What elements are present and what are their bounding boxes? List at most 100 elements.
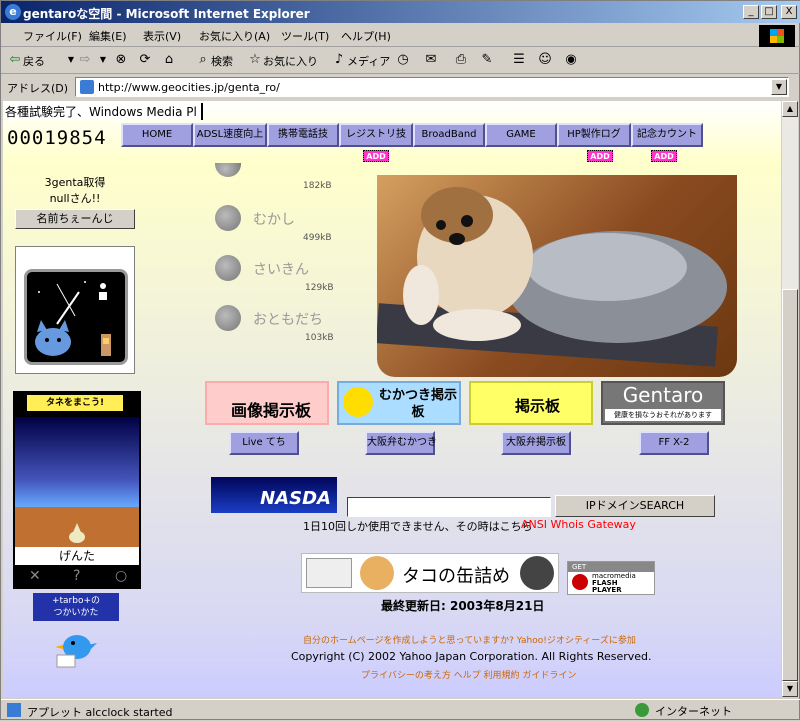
media-icon[interactable]: ♪ (331, 52, 347, 68)
minimize-button[interactable]: _ (743, 5, 759, 19)
music-title-mukashi[interactable]: むかし (253, 209, 295, 229)
favorites-button[interactable]: お気に入り (263, 53, 318, 69)
add-badge-anniversary: ADD (651, 150, 677, 162)
game-character-name: げんた (15, 547, 139, 565)
menu-bar: ファイル(F) 編集(E) 表示(V) お気に入り(A) ツール(T) ヘルプ(… (1, 23, 800, 47)
status-text: アプレット alcclock started (27, 706, 173, 719)
tako-kanzume-banner[interactable]: タコの缶詰め (301, 553, 559, 593)
stop-icon[interactable]: ⊗ (113, 52, 129, 68)
anime-boy-icon (520, 556, 554, 590)
osaka-bbs-button[interactable]: 大阪弁掲示板 (501, 431, 571, 455)
discuss-icon[interactable]: ☰ (511, 52, 527, 68)
history-icon[interactable]: ◷ (395, 52, 411, 68)
address-input[interactable]: http://www.geocities.jp/genta_ro/ ▼ (75, 77, 789, 97)
music-note-icon[interactable] (215, 163, 241, 177)
forward-arrow-icon[interactable]: ⇨ (77, 52, 93, 68)
menu-file[interactable]: ファイル(F) (23, 28, 82, 44)
music-title-saikin[interactable]: さいきん (253, 259, 309, 279)
address-dropdown-icon[interactable]: ▼ (771, 79, 787, 95)
nav-anniversary[interactable]: 記念カウント (631, 123, 703, 147)
vertical-scrollbar[interactable]: ▲ ▼ (781, 101, 798, 697)
page-content: 各種試験完了、Windows Media Pl 00019854 HOME AD… (3, 101, 781, 697)
nasda-banner[interactable]: NASDA (211, 477, 337, 513)
gentaro-logo: Gentaro (622, 383, 704, 407)
menu-favorites[interactable]: お気に入り(A) (199, 28, 270, 44)
live-techi-button[interactable]: Live てち (229, 431, 299, 455)
messenger-icon[interactable]: ☺ (537, 52, 553, 68)
name-change-button[interactable]: 名前ちぇーんじ (15, 209, 135, 229)
seed-game-header[interactable]: タネをまこう! (27, 395, 123, 411)
gentaro-warning: 健康を損なうおそれがあります (605, 409, 721, 421)
nav-mobile[interactable]: 携帯電話技 (267, 123, 339, 147)
seed-game-widget[interactable]: タネをまこう! げんた ✕ ? ○ (13, 391, 141, 589)
address-url[interactable]: http://www.geocities.jp/genta_ro/ (98, 81, 280, 94)
back-arrow-icon[interactable]: ⇦ (7, 52, 23, 68)
print-icon[interactable]: ⎙ (453, 52, 469, 68)
greeting-line: nullさん!! (49, 192, 101, 205)
ffx2-button[interactable]: FF X-2 (639, 431, 709, 455)
ansi-whois-link[interactable]: ANSI Whois Gateway (521, 518, 636, 531)
edit-icon[interactable]: ✎ (479, 52, 495, 68)
home-icon[interactable]: ⌂ (161, 52, 177, 68)
scroll-up-icon[interactable]: ▲ (782, 101, 798, 117)
bird-mascot-icon[interactable] (53, 625, 97, 669)
flash-logo-icon (572, 574, 588, 590)
music-note-icon[interactable] (215, 305, 241, 331)
bbs-banner[interactable]: 掲示板 (469, 381, 593, 425)
game-ok-button[interactable]: ○ (115, 568, 127, 584)
game-cancel-button[interactable]: ✕ (29, 568, 41, 584)
footer-links[interactable]: プライバシーの考え方 ヘルプ 利用規約 ガイドライン (361, 668, 576, 681)
menu-view[interactable]: 表示(V) (143, 28, 181, 44)
visitor-counter: 00019854 (7, 127, 107, 149)
image-bbs-banner[interactable]: 画像掲示板 (205, 381, 329, 425)
favorites-icon[interactable]: ☆ (247, 52, 263, 68)
nav-registry[interactable]: レジストリ技 (339, 123, 413, 147)
game-help-button[interactable]: ? (73, 568, 80, 584)
menu-tools[interactable]: ツール(T) (281, 28, 329, 44)
bbs-label: 掲示板 (515, 397, 561, 415)
menu-help[interactable]: ヘルプ(H) (341, 28, 391, 44)
nav-broadband[interactable]: BroadBand (413, 123, 485, 147)
music-size-1: 499kB (303, 233, 332, 243)
research-icon[interactable]: ◉ (563, 52, 579, 68)
media-button[interactable]: メディア (347, 53, 390, 69)
osaka-mukatsuki-button[interactable]: 大阪弁むかつき (365, 431, 437, 455)
search-icon[interactable]: ⌕ (195, 52, 211, 68)
music-note-icon[interactable] (215, 255, 241, 281)
title-bar[interactable]: e gentaroな空間 - Microsoft Internet Explor… (1, 1, 800, 23)
get-flash-player-badge[interactable]: GET macromedia FLASH PLAYER (567, 561, 655, 595)
nav-game[interactable]: GAME (485, 123, 557, 147)
nav-hp-log[interactable]: HP製作ログ (557, 123, 631, 147)
security-zone: インターネット (655, 705, 732, 718)
maximize-button[interactable]: □ (761, 5, 777, 19)
ip-search-input[interactable] (347, 497, 551, 517)
mail-icon[interactable]: ✉ (423, 52, 439, 68)
mukatsuki-bbs-banner[interactable]: むかつき掲示板 (337, 381, 461, 425)
refresh-icon[interactable]: ⟳ (137, 52, 153, 68)
geocities-join-link[interactable]: 自分のホームページを作成しようと思っていますか? Yahoo!ジオシティーズに参… (303, 633, 636, 646)
music-note-icon[interactable] (215, 205, 241, 231)
music-title-otomodachi[interactable]: おともだち (253, 309, 323, 329)
back-button[interactable]: 戻る (23, 53, 45, 69)
mukatsuki-bbs-label: むかつき掲示板 (378, 388, 457, 420)
gentaro-banner[interactable]: Gentaro 健康を損なうおそれがあります (601, 381, 725, 425)
scroll-thumb[interactable] (782, 289, 798, 681)
comic-thumbnail-icon (306, 558, 352, 588)
tarbo-howto-banner[interactable]: +tarbo+の つかいかた (33, 593, 119, 621)
browser-window: e gentaroな空間 - Microsoft Internet Explor… (0, 0, 800, 720)
close-button[interactable]: X (781, 5, 797, 19)
usage-limit-note: 1日10回しか使用できません、その時はこちら (303, 520, 533, 533)
applet-icon (7, 703, 21, 717)
nav-adsl[interactable]: ADSL速度向上 (193, 123, 267, 147)
anime-girl-icon (360, 556, 394, 590)
ip-search-button[interactable]: IPドメインSEARCH (555, 495, 715, 517)
music-size-2: 129kB (305, 283, 334, 293)
scroll-down-icon[interactable]: ▼ (782, 681, 798, 697)
domain-line: 3genta取得 (44, 176, 106, 189)
nav-home[interactable]: HOME (121, 123, 193, 147)
search-button[interactable]: 検索 (211, 53, 233, 69)
clock-applet (15, 246, 135, 374)
address-bar: アドレス(D) http://www.geocities.jp/genta_ro… (1, 75, 800, 99)
menu-edit[interactable]: 編集(E) (89, 28, 127, 44)
forward-dropdown-icon[interactable]: ▼ (95, 52, 111, 68)
